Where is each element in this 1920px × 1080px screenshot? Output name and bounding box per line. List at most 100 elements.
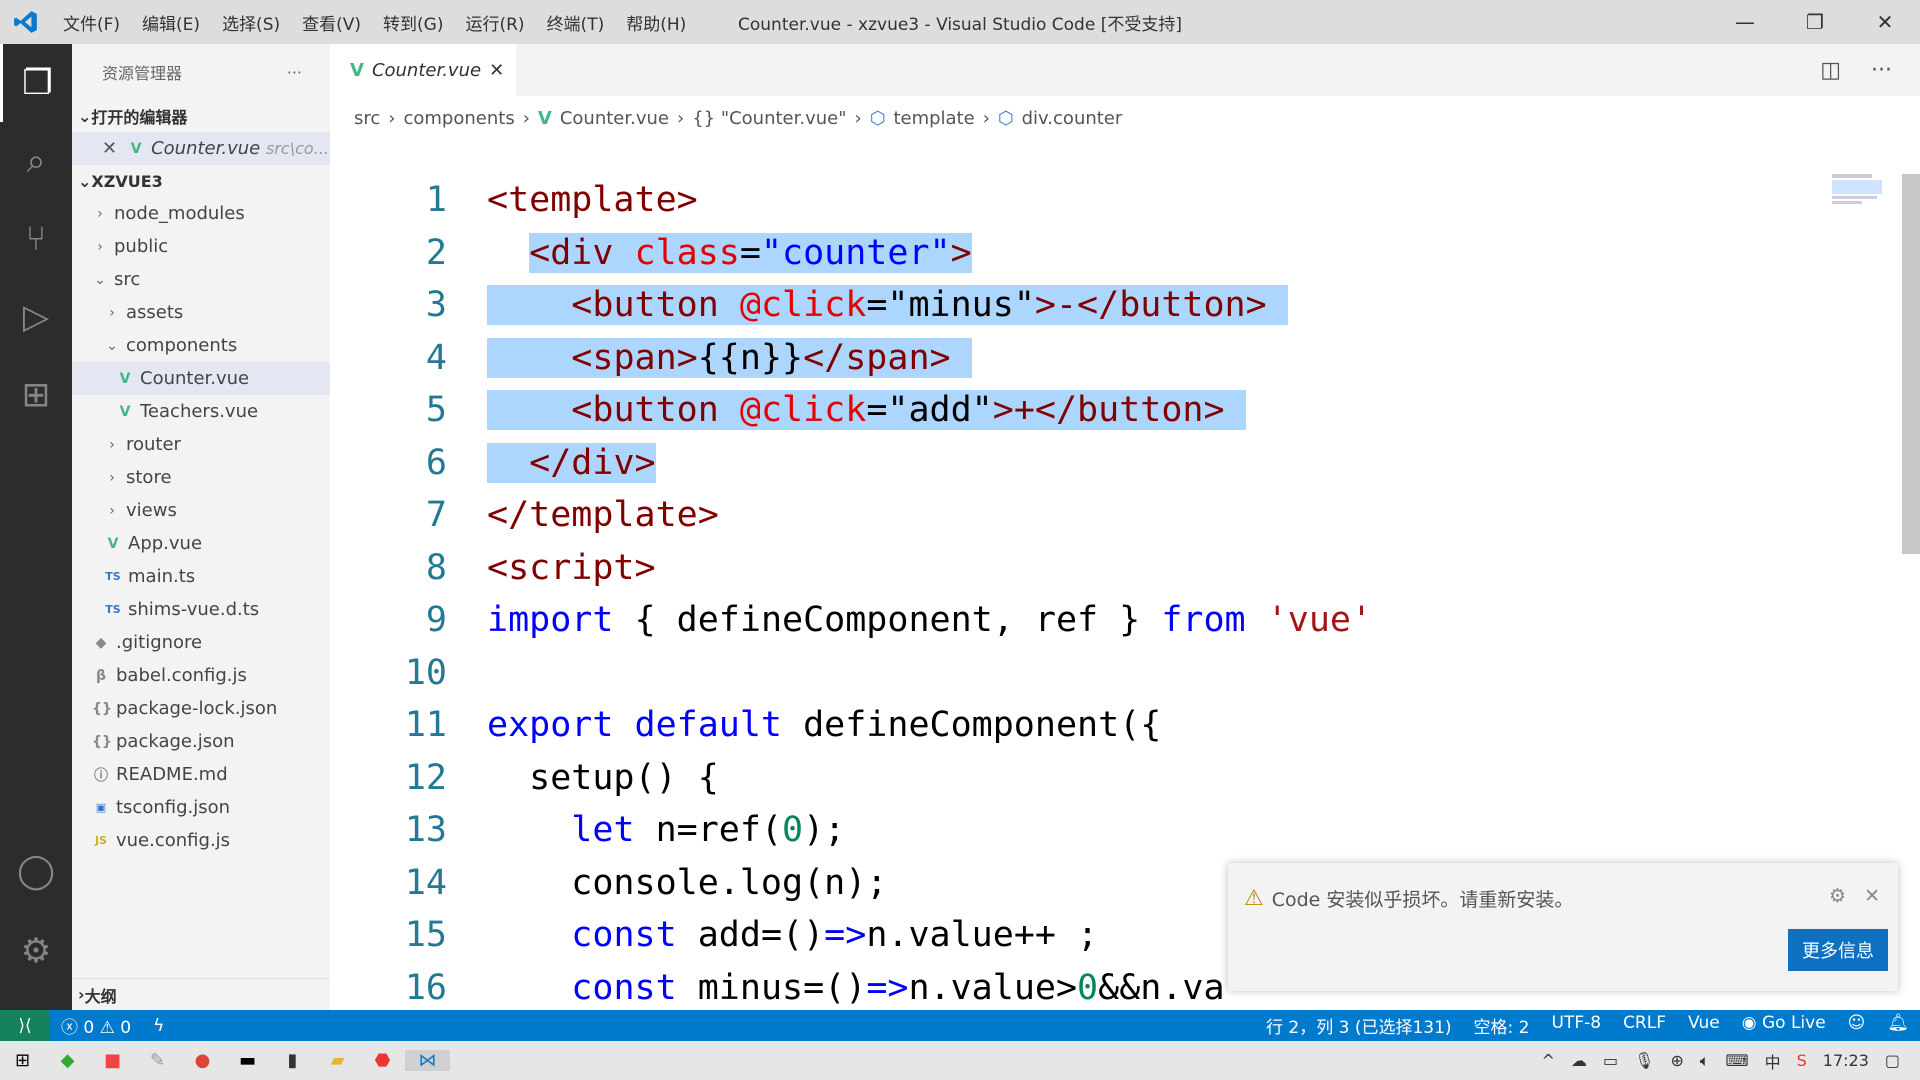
menu-item[interactable]: 转到(G) xyxy=(372,10,454,35)
gear-icon[interactable]: ⚙ xyxy=(0,912,72,990)
microphone-icon[interactable]: 🎙︎ xyxy=(1634,1051,1654,1070)
tree-item[interactable]: › router xyxy=(72,428,330,461)
more-actions-button[interactable]: ··· xyxy=(287,63,302,82)
volume-icon[interactable]: 🔈︎ xyxy=(1700,1051,1710,1071)
ime-indicator[interactable]: 中 xyxy=(1765,1049,1781,1073)
code-line: 14 console.log(n); xyxy=(330,857,1372,910)
line-number: 6 xyxy=(425,442,447,483)
code-token: >+</button> xyxy=(992,390,1225,431)
menu-item[interactable]: 选择(S) xyxy=(211,10,291,35)
close-tab-icon[interactable]: ✕ xyxy=(489,60,504,81)
split-editor-icon[interactable]: ◫ xyxy=(1820,58,1841,83)
go-live-button[interactable]: ◉ Go Live xyxy=(1731,1013,1837,1038)
tree-item[interactable]: V Teachers.vue xyxy=(72,395,330,428)
feedback-icon[interactable]: ☺ xyxy=(1837,1013,1877,1038)
source-control-icon[interactable]: ⑂ xyxy=(0,200,72,278)
tree-item[interactable]: ▣ tsconfig.json xyxy=(72,791,330,824)
app-icon[interactable]: ▮ xyxy=(270,1050,315,1071)
bell-icon[interactable]: 🔔︎ xyxy=(1876,1013,1920,1038)
language-mode[interactable]: Vue xyxy=(1677,1013,1731,1038)
remote-icon[interactable]: ⟩⟨ xyxy=(0,1010,50,1041)
minimap[interactable] xyxy=(1832,172,1892,222)
menu-item[interactable]: 运行(R) xyxy=(454,10,535,35)
tree-item[interactable]: β babel.config.js xyxy=(72,659,330,692)
open-editors-section[interactable]: ⌄ 打开的编辑器 xyxy=(72,100,330,132)
tree-item[interactable]: › store xyxy=(72,461,330,494)
cursor-position[interactable]: 行 2，列 3 (已选择131) xyxy=(1255,1013,1463,1038)
app-icon[interactable]: ■ xyxy=(90,1050,135,1071)
open-editor-item[interactable]: ✕ V Counter.vue src\co... xyxy=(72,132,330,165)
breadcrumb-item[interactable]: div.counter xyxy=(1022,108,1123,129)
app-icon[interactable]: ⬣ xyxy=(360,1050,405,1071)
breadcrumb-item[interactable]: components xyxy=(403,108,514,129)
code-token: from xyxy=(1161,600,1246,641)
menu-item[interactable]: 编辑(E) xyxy=(131,10,211,35)
chevron-up-icon[interactable]: ^ xyxy=(1542,1051,1555,1070)
explorer-icon[interactable]: ❐ xyxy=(0,44,72,122)
more-actions-icon[interactable]: ··· xyxy=(1871,58,1892,83)
menu-item[interactable]: 帮助(H) xyxy=(615,10,697,35)
notifications-icon[interactable]: ▢ xyxy=(1885,1051,1900,1070)
app-icon[interactable]: ✎ xyxy=(135,1050,180,1071)
tree-item[interactable]: › assets xyxy=(72,296,330,329)
minimize-button[interactable]: — xyxy=(1710,0,1780,44)
menu-item[interactable]: 终端(T) xyxy=(536,10,616,35)
account-icon[interactable]: ◯ xyxy=(0,832,72,910)
tree-item[interactable]: V Counter.vue xyxy=(72,362,330,395)
sogou-icon[interactable]: S xyxy=(1797,1051,1807,1070)
tree-item[interactable]: {} package-lock.json xyxy=(72,692,330,725)
network-icon[interactable]: ⊕ xyxy=(1670,1051,1683,1070)
app-icon[interactable]: ◆ xyxy=(45,1050,90,1071)
problems-indicator[interactable]: ⓧ 0 ⚠ 0 xyxy=(50,1013,142,1038)
outline-section[interactable]: › 大纲 xyxy=(72,978,330,1010)
clock[interactable]: 17:23 xyxy=(1823,1051,1869,1070)
tree-item[interactable]: › public xyxy=(72,230,330,263)
start-icon[interactable]: ⊞ xyxy=(0,1050,45,1071)
run-debug-icon[interactable]: ▷ xyxy=(0,278,72,356)
tree-item[interactable]: ⌄ src xyxy=(72,263,330,296)
battery-icon[interactable]: ▭ xyxy=(1603,1051,1618,1070)
breadcrumb-item[interactable]: {} "Counter.vue" xyxy=(692,108,846,129)
encoding[interactable]: UTF-8 xyxy=(1541,1013,1613,1038)
project-section[interactable]: ⌄ XZVUE3 xyxy=(72,165,330,197)
tree-item[interactable]: JS vue.config.js xyxy=(72,824,330,857)
file-explorer-icon[interactable]: ▰ xyxy=(315,1050,360,1071)
cloud-icon[interactable]: ☁ xyxy=(1571,1051,1587,1070)
chevron-down-icon: ⌄ xyxy=(78,106,92,126)
chrome-icon[interactable]: ● xyxy=(180,1050,225,1071)
menu-item[interactable]: 文件(F) xyxy=(52,10,131,35)
more-info-button[interactable]: 更多信息 xyxy=(1788,929,1888,971)
code-token: add=() xyxy=(676,915,825,956)
code-editor[interactable]: 1 <template> 2 <div class="counter"> 3 <but… xyxy=(330,174,1372,1067)
breadcrumb-item[interactable]: src xyxy=(354,108,380,129)
restore-button[interactable]: ❐ xyxy=(1780,0,1850,44)
indentation[interactable]: 空格: 2 xyxy=(1463,1013,1541,1038)
lightning-icon[interactable]: ϟ xyxy=(142,1016,175,1036)
vscode-taskbar-icon[interactable]: ⋈ xyxy=(405,1050,450,1071)
vertical-scrollbar[interactable] xyxy=(1902,174,1920,554)
code-line: 13 let n=ref(0); xyxy=(330,804,1372,857)
tree-item[interactable]: ◆ .gitignore xyxy=(72,626,330,659)
search-icon[interactable]: ⌕ xyxy=(0,122,72,200)
breadcrumb-item[interactable]: Counter.vue xyxy=(560,108,669,129)
tree-item[interactable]: ⓘ README.md xyxy=(72,758,330,791)
terminal-icon[interactable]: ▬ xyxy=(225,1050,270,1071)
close-icon[interactable]: ✕ xyxy=(1864,885,1880,907)
extensions-icon[interactable]: ⊞ xyxy=(0,356,72,434)
tree-item[interactable]: {} package.json xyxy=(72,725,330,758)
close-icon[interactable]: ✕ xyxy=(102,138,117,159)
tab-counter-vue[interactable]: V Counter.vue ✕ xyxy=(330,44,516,96)
menu-item[interactable]: 查看(V) xyxy=(291,10,372,35)
gear-icon[interactable]: ⚙ xyxy=(1829,885,1846,907)
tree-item[interactable]: ⌄ components xyxy=(72,329,330,362)
line-ending[interactable]: CRLF xyxy=(1612,1013,1677,1038)
close-window-button[interactable]: ✕ xyxy=(1850,0,1920,44)
tree-item[interactable]: › views xyxy=(72,494,330,527)
keyboard-icon[interactable]: ⌨ xyxy=(1726,1051,1749,1070)
tree-item[interactable]: TS main.ts xyxy=(72,560,330,593)
line-number: 4 xyxy=(425,337,447,378)
tree-item[interactable]: V App.vue xyxy=(72,527,330,560)
tree-item[interactable]: TS shims-vue.d.ts xyxy=(72,593,330,626)
tree-item[interactable]: › node_modules xyxy=(72,197,330,230)
breadcrumb-item[interactable]: template xyxy=(893,108,974,129)
